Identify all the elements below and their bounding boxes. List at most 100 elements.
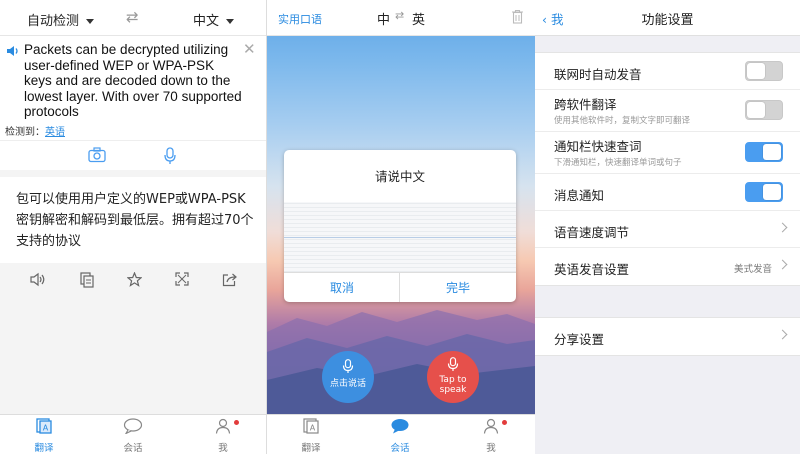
message-notification-toggle[interactable]	[745, 182, 783, 202]
trash-icon[interactable]	[511, 9, 524, 24]
tab-me[interactable]: 我	[193, 418, 253, 454]
camera-icon[interactable]	[88, 147, 106, 163]
tab-conversation[interactable]: 会话	[103, 418, 163, 454]
translation-result-card: 包可以使用用户定义的WEP或WPA-PSK密钥解密和解码到最低层。拥有超过70个…	[0, 177, 266, 263]
dialog-title: 请说中文	[374, 169, 425, 184]
setting-auto-pronounce[interactable]: 联网时自动发音	[535, 53, 800, 90]
speech-waveform-area	[284, 202, 516, 272]
translate-screen: 自动检测 ⇄ 中文 Packets can be decrypted utili…	[0, 0, 267, 454]
copy-icon[interactable]	[80, 272, 94, 288]
setting-description: 下滑通知栏，快速翻译单词或句子	[554, 158, 682, 168]
chat-bubble-icon	[123, 418, 143, 435]
translate-tab-icon: A	[36, 418, 52, 434]
notification-dot	[234, 420, 239, 425]
bottom-tab-bar: A 翻译 会话 我	[267, 414, 535, 454]
fullscreen-icon[interactable]	[175, 272, 189, 286]
speaker-icon[interactable]	[6, 45, 20, 57]
speak-english-label-line2: speak	[439, 385, 467, 395]
translation-result-text[interactable]: 包可以使用用户定义的WEP或WPA-PSK密钥解密和解码到最低层。拥有超过70个…	[16, 189, 256, 252]
chevron-right-icon	[777, 259, 788, 270]
detected-prefix: 检测到：	[5, 127, 45, 138]
tab-label: 我	[218, 443, 228, 454]
right-language[interactable]: 英	[412, 9, 425, 28]
tab-conversation[interactable]: 会话	[370, 418, 430, 454]
microphone-icon[interactable]	[163, 147, 177, 165]
setting-label: 通知栏快速查词	[554, 139, 642, 154]
dialog-buttons: 取消 完毕	[284, 272, 516, 302]
speak-english-button[interactable]: Tap to speak	[427, 351, 479, 403]
language-bar: 自动检测 ⇄ 中文	[0, 0, 266, 36]
user-icon	[483, 418, 499, 434]
swap-icon[interactable]: ⇄	[395, 9, 404, 22]
setting-label: 联网时自动发音	[554, 67, 642, 82]
tab-label: 会话	[390, 443, 410, 454]
translate-tab-icon: A	[303, 418, 319, 434]
target-language-selector[interactable]: 中文	[193, 10, 235, 29]
bottom-tab-bar: A 翻译 会话 我	[0, 414, 266, 454]
source-text[interactable]: Packets can be decrypted utilizing user-…	[24, 42, 244, 120]
toggle-knob	[763, 184, 781, 200]
speak-chinese-button[interactable]: 点击说话	[322, 351, 374, 403]
detected-language-link[interactable]: 英语	[45, 127, 65, 138]
result-toolbar	[0, 263, 266, 297]
tab-me[interactable]: 我	[461, 418, 521, 454]
setting-label: 分享设置	[554, 332, 605, 347]
speech-dialog: 请说中文 取消 完毕	[284, 150, 516, 302]
tab-translate[interactable]: A 翻译	[281, 418, 341, 454]
setting-cross-app-translate[interactable]: 跨软件翻译 使用其他软件时，复制文字即可翻译	[535, 90, 800, 132]
conversation-header: 实用口语 中 ⇄ 英	[267, 0, 535, 36]
speaker-icon[interactable]	[30, 272, 46, 287]
cross-app-translate-toggle[interactable]	[745, 100, 783, 120]
share-icon[interactable]	[222, 272, 238, 287]
user-icon	[215, 418, 231, 434]
speak-english-label-line1: Tap to	[439, 375, 467, 385]
detected-language: 检测到：英语	[5, 123, 65, 138]
svg-text:A: A	[43, 424, 49, 433]
tab-translate[interactable]: A 翻译	[14, 418, 74, 454]
done-button[interactable]: 完毕	[400, 273, 516, 302]
tab-label: 我	[486, 443, 496, 454]
setting-notification-lookup[interactable]: 通知栏快速查词 下滑通知栏，快速翻译单词或句子	[535, 132, 800, 174]
common-phrases-link[interactable]: 实用口语	[278, 11, 322, 27]
setting-voice-speed[interactable]: 语音速度调节	[535, 211, 800, 248]
setting-share[interactable]: 分享设置	[535, 318, 800, 355]
setting-label: 消息通知	[554, 188, 605, 203]
chevron-down-icon	[226, 19, 235, 24]
chevron-right-icon	[777, 329, 788, 340]
toggle-knob	[747, 102, 765, 118]
chevron-right-icon	[777, 222, 788, 233]
setting-message-notification[interactable]: 消息通知	[535, 174, 800, 211]
left-language[interactable]: 中	[377, 9, 390, 28]
star-icon[interactable]	[127, 272, 142, 287]
source-language-label: 自动检测	[27, 14, 80, 29]
target-language-label: 中文	[193, 14, 220, 29]
source-text-card: Packets can be decrypted utilizing user-…	[0, 36, 266, 140]
source-language-selector[interactable]: 自动检测	[27, 10, 95, 29]
mountain-illustration	[267, 310, 535, 414]
settings-header: ‹ 我 功能设置	[535, 0, 800, 36]
source-toolbar	[0, 140, 266, 170]
setting-label: 语音速度调节	[554, 225, 630, 240]
setting-english-pronunciation[interactable]: 英语发音设置 美式发音	[535, 248, 800, 285]
tab-label: 翻译	[34, 443, 54, 454]
swap-languages-icon[interactable]: ⇄	[126, 8, 139, 26]
microphone-icon	[447, 357, 459, 371]
notification-lookup-toggle[interactable]	[745, 142, 783, 162]
setting-value: 美式发音	[733, 264, 772, 275]
cancel-button[interactable]: 取消	[284, 273, 400, 302]
toggle-knob	[747, 63, 765, 79]
waveform-line	[284, 237, 516, 238]
notification-dot	[502, 420, 507, 425]
setting-description: 使用其他软件时，复制文字即可翻译	[554, 116, 691, 126]
chevron-down-icon	[86, 19, 95, 24]
tab-label: 会话	[123, 443, 143, 454]
chat-bubble-icon	[391, 419, 409, 434]
conversation-screen: 实用口语 中 ⇄ 英 请说中文 取消 完毕 点击说话 Tap to speak …	[267, 0, 535, 454]
setting-label: 英语发音设置	[554, 262, 630, 277]
toggle-knob	[763, 144, 781, 160]
tab-label: 翻译	[301, 443, 321, 454]
setting-label: 跨软件翻译	[554, 97, 617, 112]
close-icon[interactable]: ✕	[243, 40, 256, 58]
page-title: 功能设置	[641, 13, 694, 28]
auto-pronounce-toggle[interactable]	[745, 61, 783, 81]
